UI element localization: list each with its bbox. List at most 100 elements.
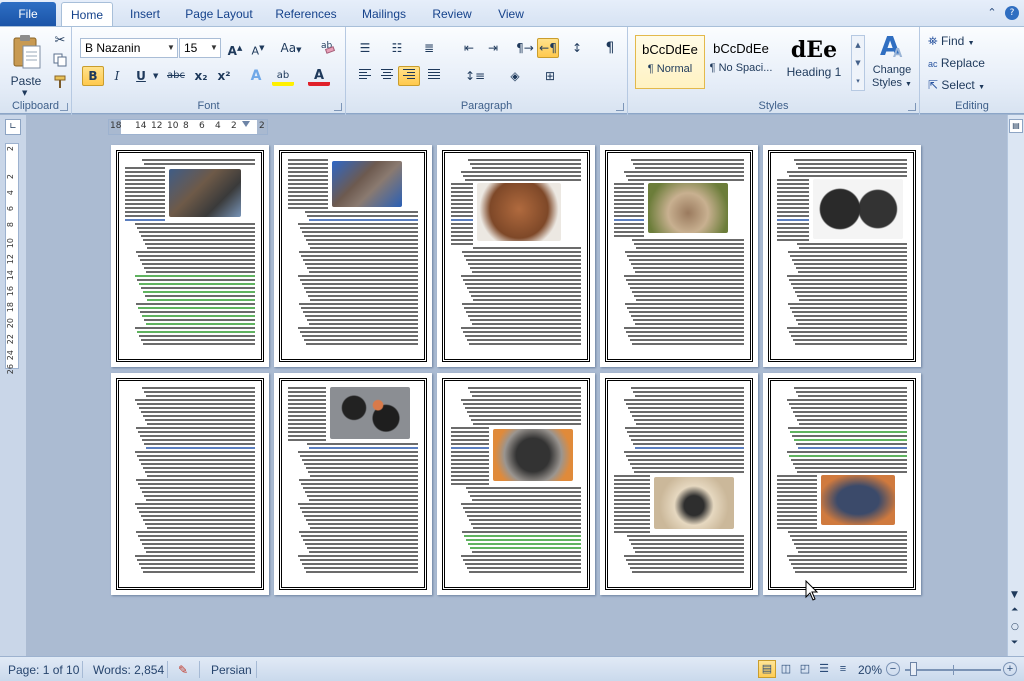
grow-font-button[interactable]: A▲ — [224, 38, 246, 58]
view-ruler-icon[interactable]: ▤ — [1009, 119, 1023, 133]
page-thumbnail[interactable] — [763, 145, 921, 367]
copy-icon[interactable] — [49, 53, 71, 73]
horizontal-ruler[interactable]: 18 14 12 10 8 6 4 2 2 — [108, 119, 268, 135]
rtl-direction-icon[interactable]: ←¶ — [537, 38, 559, 58]
text-line — [451, 471, 489, 473]
file-tab[interactable]: File — [0, 2, 56, 26]
page-thumbnail[interactable] — [600, 373, 758, 595]
browse-object-icon[interactable]: ○ — [1011, 622, 1019, 632]
outline-icon[interactable]: ☰ — [815, 660, 833, 678]
style-no-spacing[interactable]: bCcDdEe ¶ No Spaci... — [706, 35, 776, 89]
italic-button[interactable]: I — [106, 66, 128, 86]
clipboard-launcher-icon[interactable] — [60, 103, 68, 111]
find-button[interactable]: ⛯ Find ▼ — [928, 32, 975, 50]
change-styles-button[interactable]: A A Change Styles ▼ — [869, 31, 915, 95]
text-line — [626, 559, 744, 561]
font-color-button[interactable]: A — [308, 66, 330, 86]
page-thumbnail[interactable] — [274, 145, 432, 367]
sort-icon[interactable]: ↕ — [566, 38, 588, 58]
next-page-icon[interactable]: ⏷ — [1011, 638, 1018, 648]
tab-selector-icon[interactable]: ∟ — [5, 119, 21, 135]
paste-button[interactable]: Paste ▼ — [8, 33, 44, 97]
shading-icon[interactable]: ◈ — [504, 66, 526, 86]
print-layout-icon[interactable]: ▤ — [758, 660, 776, 678]
text-line — [302, 459, 418, 461]
styles-launcher-icon[interactable] — [908, 103, 916, 111]
justify-icon[interactable] — [423, 66, 445, 86]
tab-insert[interactable]: Insert — [124, 2, 166, 26]
multilevel-list-icon[interactable]: ≣ — [418, 38, 440, 58]
right-indent-marker[interactable] — [242, 121, 250, 127]
replace-button[interactable]: ac Replace — [928, 54, 985, 72]
help-icon[interactable]: ? — [1005, 6, 1019, 20]
zoom-in-icon[interactable]: + — [1003, 662, 1017, 676]
shrink-font-button[interactable]: A▼ — [247, 38, 269, 58]
full-screen-reading-icon[interactable]: ◫ — [777, 660, 795, 678]
scroll-down-arrow-icon[interactable]: ▼ — [1011, 590, 1018, 600]
text-line — [633, 319, 744, 321]
clear-formatting-icon[interactable]: ab — [317, 38, 339, 58]
cut-icon[interactable]: ✂ — [49, 31, 71, 51]
decrease-indent-icon[interactable]: ⇤ — [458, 38, 480, 58]
strikethrough-button[interactable]: abc — [164, 66, 188, 86]
format-painter-icon[interactable] — [49, 75, 71, 95]
borders-icon[interactable]: ⊞ — [539, 66, 561, 86]
page-thumbnail[interactable] — [763, 373, 921, 595]
paste-dropdown-icon[interactable]: ▼ — [22, 89, 27, 97]
tab-page-layout[interactable]: Page Layout — [182, 2, 256, 26]
numbering-icon[interactable]: ☷ — [386, 38, 408, 58]
vertical-scrollbar[interactable]: ▤ ▼ ⏶ ○ ⏷ — [1007, 115, 1024, 656]
page-count[interactable]: Page: 1 of 10 — [8, 662, 79, 678]
font-launcher-icon[interactable] — [334, 103, 342, 111]
page-thumbnail[interactable] — [111, 145, 269, 367]
highlight-button[interactable]: ab — [272, 66, 294, 86]
draft-icon[interactable]: ≡ — [834, 660, 852, 678]
font-size-select[interactable]: 15 ▼ — [179, 38, 221, 58]
page-thumbnail[interactable] — [437, 373, 595, 595]
page-thumbnail[interactable] — [437, 145, 595, 367]
zoom-out-icon[interactable]: − — [886, 662, 900, 676]
vertical-ruler[interactable]: 2 2 4 6 8 10 12 14 16 18 20 22 24 26 — [5, 143, 19, 374]
select-button[interactable]: ⇱ Select ▼ — [928, 76, 985, 94]
zoom-slider-thumb[interactable] — [910, 662, 917, 676]
minimize-ribbon-icon[interactable]: ⌃ — [985, 6, 999, 20]
ltr-direction-icon[interactable]: ¶→ — [514, 38, 536, 58]
show-marks-button[interactable]: ¶ — [599, 38, 621, 58]
underline-button[interactable]: U — [130, 66, 152, 86]
page-thumbnail[interactable] — [600, 145, 758, 367]
superscript-button[interactable]: x² — [213, 66, 235, 86]
tab-view[interactable]: View — [491, 2, 531, 26]
text-line — [797, 419, 907, 421]
document-workspace[interactable]: ∟ 2 2 4 6 8 10 12 14 16 18 20 22 24 26 18 14 12 10 8 6 4 2 2 … — [0, 115, 1024, 656]
bullets-icon[interactable]: ☰ — [354, 38, 376, 58]
style-normal[interactable]: bCcDdEe ¶ Normal — [635, 35, 705, 89]
line-spacing-icon[interactable]: ↕≡ — [464, 66, 486, 86]
text-line — [465, 335, 581, 337]
bold-button[interactable]: B — [82, 66, 104, 86]
font-family-select[interactable]: B Nazanin ▼ — [80, 38, 178, 58]
align-right-icon[interactable] — [398, 66, 420, 86]
align-center-icon[interactable] — [376, 66, 398, 86]
page-thumbnail[interactable] — [111, 373, 269, 595]
text-effects-button[interactable]: A — [245, 66, 267, 86]
underline-dropdown-icon[interactable]: ▼ — [153, 72, 158, 80]
increase-indent-icon[interactable]: ⇥ — [482, 38, 504, 58]
zoom-level[interactable]: 20% — [858, 662, 882, 678]
word-count[interactable]: Words: 2,854 — [93, 662, 164, 678]
paragraph-launcher-icon[interactable] — [616, 103, 624, 111]
align-left-icon[interactable] — [354, 66, 376, 86]
tab-mailings[interactable]: Mailings — [355, 2, 413, 26]
tab-review[interactable]: Review — [428, 2, 476, 26]
change-case-button[interactable]: Aa▼ — [277, 38, 305, 58]
tab-references[interactable]: References — [271, 2, 341, 26]
styles-gallery-scroll[interactable]: ▲ ▼ ▾ — [851, 35, 865, 91]
web-layout-icon[interactable]: ◰ — [796, 660, 814, 678]
tab-home[interactable]: Home — [61, 2, 113, 27]
language-indicator[interactable]: Persian — [211, 662, 252, 678]
previous-page-icon[interactable]: ⏶ — [1011, 605, 1018, 615]
style-heading-1[interactable]: dEe Heading 1 — [779, 35, 849, 89]
text-line — [634, 243, 744, 245]
proofing-icon[interactable]: ✎ — [178, 662, 188, 678]
subscript-button[interactable]: x₂ — [190, 66, 212, 86]
page-thumbnail[interactable] — [274, 373, 432, 595]
